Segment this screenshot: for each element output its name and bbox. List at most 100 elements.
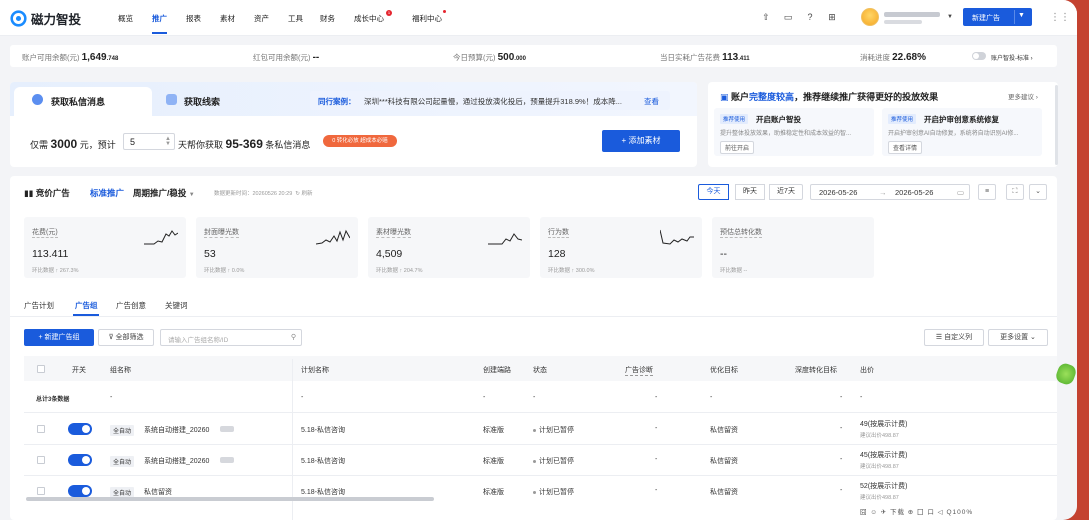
bid[interactable]: 45(按展示计费) xyxy=(860,450,907,460)
table-horizontal-scrollbar[interactable] xyxy=(26,497,434,501)
account-dropdown-icon[interactable]: ▼ xyxy=(945,12,955,22)
avatar[interactable] xyxy=(861,8,879,26)
add-material-button[interactable]: + 添加素材 xyxy=(602,130,680,152)
metric-label: 行为数 xyxy=(548,229,569,238)
budget-prefix: 仅需 3000 元，预计 xyxy=(30,137,116,151)
update-time: 数据更新时间：20260526 20:29 ↻ 刷新 xyxy=(214,189,312,197)
card-detail-button[interactable]: 查看详情 xyxy=(888,141,923,154)
budget-result: 天帮你获取 95-369 条私信消息 xyxy=(178,137,310,151)
tab-leads[interactable]: 获取线索 xyxy=(184,95,220,108)
row-checkbox[interactable] xyxy=(37,456,45,464)
filter-all-button[interactable]: ⊽ 全部筛选 xyxy=(98,329,154,346)
panel-scrollbar[interactable] xyxy=(1055,85,1058,165)
smart-invest-label[interactable]: 账户智投-标准 › xyxy=(991,53,1033,62)
row-switch[interactable] xyxy=(68,454,92,466)
tab-standard[interactable]: 标准推广 xyxy=(90,187,124,199)
header-channel[interactable]: 创建端路 xyxy=(483,365,511,375)
metric-spend[interactable]: 花费(元) 113.411 环比数据 ↑ 267.3% xyxy=(24,217,186,278)
table-row[interactable]: 全自动 系统自动搭建_20260 5.18-私信咨询 标准版 计划已暂停 - 私… xyxy=(24,415,1057,445)
new-ad-button[interactable]: 新建广告 ▼ xyxy=(963,8,1032,26)
nav-tools[interactable]: 工具 xyxy=(288,13,303,24)
metric-actions[interactable]: 行为数 128 环比数据 ↑ 300.0% xyxy=(540,217,702,278)
days-stepper[interactable]: 5 ▲ ▼ xyxy=(123,133,175,150)
row-switch[interactable] xyxy=(68,423,92,435)
date-7days[interactable]: 近7天 xyxy=(769,184,803,200)
search-icon[interactable]: ⚲ xyxy=(291,333,296,341)
nav-materials[interactable]: 素材 xyxy=(220,13,235,24)
nav-overview[interactable]: 概览 xyxy=(118,13,133,24)
status-dot xyxy=(533,490,536,494)
tab-ad-plan[interactable]: 广告计划 xyxy=(24,300,54,311)
group-name[interactable]: 系统自动搭建_20260 xyxy=(144,456,209,466)
new-ad-group-button[interactable]: + 新建广告组 xyxy=(24,329,94,346)
row-checkbox[interactable] xyxy=(37,425,45,433)
budget-range: 95-369 xyxy=(225,137,263,151)
nav-finance[interactable]: 财务 xyxy=(320,13,335,24)
grid-menu-icon[interactable]: ⋮⋮ xyxy=(1050,12,1070,23)
search-input[interactable]: 请输入广告组名称/ID ⚲ xyxy=(160,329,302,346)
nav-reports[interactable]: 报表 xyxy=(186,13,201,24)
plan-name[interactable]: 5.18-私信咨询 xyxy=(301,487,345,497)
more-suggestions-link[interactable]: 更多建议 › xyxy=(1008,91,1038,101)
help-icon[interactable]: ? xyxy=(805,12,815,22)
custom-columns-button[interactable]: ☰ 自定义列 xyxy=(924,329,984,346)
header-group-name[interactable]: 组名称 xyxy=(110,365,131,375)
metric-estimated-conversions[interactable]: 预估总转化数 -- 环比数据 -- xyxy=(712,217,874,278)
plan-name[interactable]: 5.18-私信咨询 xyxy=(301,456,345,466)
nav-growth[interactable]: 成长中心 xyxy=(354,13,384,24)
group-name[interactable]: 系统自动搭建_20260 xyxy=(144,425,209,435)
tab-periodic[interactable]: 周期推广/稳投 ▼ xyxy=(133,187,195,199)
bid[interactable]: 49(按展示计费) xyxy=(860,419,907,429)
metric-cover-impressions[interactable]: 封面曝光数 53 环比数据 ↑ 0.0% xyxy=(196,217,358,278)
nav-promotion[interactable]: 推广 xyxy=(152,13,167,24)
row-checkbox[interactable] xyxy=(37,487,45,495)
calendar-icon: ▭ xyxy=(957,188,965,197)
refresh-link[interactable]: 刷新 xyxy=(301,191,312,197)
fullscreen-icon[interactable]: ⛶ xyxy=(1006,184,1024,200)
app-logo[interactable]: 磁力智投 xyxy=(10,9,81,28)
date-yesterday[interactable]: 昨天 xyxy=(735,184,765,200)
list-view-icon[interactable]: ≡ xyxy=(978,184,996,200)
chevron-down-icon[interactable]: ▼ xyxy=(1018,12,1025,19)
message-icon xyxy=(32,94,43,105)
stepper-arrows-icon[interactable]: ▲ ▼ xyxy=(165,136,171,147)
case-link[interactable]: 查看 xyxy=(644,96,659,107)
message-icon[interactable]: ▭ xyxy=(783,12,793,22)
metric-value: -- xyxy=(720,248,727,260)
custom-columns-label: 自定义列 xyxy=(944,334,973,341)
row-switch[interactable] xyxy=(68,485,92,497)
metric-material-impressions[interactable]: 素材曝光数 4,509 环比数据 ↑ 204.7% xyxy=(368,217,530,278)
header-diagnosis[interactable]: 广告诊断 xyxy=(625,365,653,376)
tab-ad-creative[interactable]: 广告创意 xyxy=(116,300,146,311)
notification-icon[interactable]: ⇧ xyxy=(761,12,771,22)
collapse-icon[interactable]: ⌄ xyxy=(1029,184,1047,200)
nav-welfare[interactable]: 福利中心 xyxy=(412,13,442,24)
header-status[interactable]: 状态 xyxy=(533,365,547,375)
date-range-picker[interactable]: 2026-05-26 → 2026-05-26 ▭ xyxy=(810,184,970,200)
metric-change: 环比数据 -- xyxy=(720,268,748,274)
nav-assets[interactable]: 资产 xyxy=(254,13,269,24)
tab-ad-group[interactable]: 广告组 xyxy=(75,300,98,311)
header-plan-name[interactable]: 计划名称 xyxy=(301,365,329,375)
header-goal[interactable]: 优化目标 xyxy=(710,365,738,375)
metric-change: 环比数据 ↑ 0.0% xyxy=(204,268,245,274)
refresh-icon[interactable]: ↻ xyxy=(295,191,300,197)
table-row[interactable]: 全自动 私信留资 5.18-私信咨询 标准版 计划已暂停 - 私信留资 - 52… xyxy=(24,477,1057,507)
bid[interactable]: 52(按展示计费) xyxy=(860,481,907,491)
today-spend: 当日实耗广告花费 113.411 xyxy=(660,52,750,63)
bid-suggestion: 建议出价498.87 xyxy=(860,464,899,470)
smart-invest-toggle[interactable] xyxy=(972,52,986,60)
tab-keywords[interactable]: 关键词 xyxy=(165,300,188,311)
plan-name[interactable]: 5.18-私信咨询 xyxy=(301,425,345,435)
more-settings-button[interactable]: 更多设置 ⌄ xyxy=(988,329,1048,346)
select-all-checkbox[interactable] xyxy=(37,365,45,373)
table-row[interactable]: 全自动 系统自动搭建_20260 5.18-私信咨询 标准版 计划已暂停 - 私… xyxy=(24,446,1057,476)
date-today[interactable]: 今天 xyxy=(698,184,729,200)
apps-icon[interactable]: ⊞ xyxy=(827,12,837,22)
group-name[interactable]: 私信留资 xyxy=(144,487,172,497)
growth-badge: 1 xyxy=(386,10,392,16)
header-bid[interactable]: 出价 xyxy=(860,365,874,375)
card-enable-button[interactable]: 前往开启 xyxy=(720,141,755,154)
header-deep-goal[interactable]: 深度转化目标 xyxy=(795,365,837,375)
days-value: 5 xyxy=(130,137,136,147)
